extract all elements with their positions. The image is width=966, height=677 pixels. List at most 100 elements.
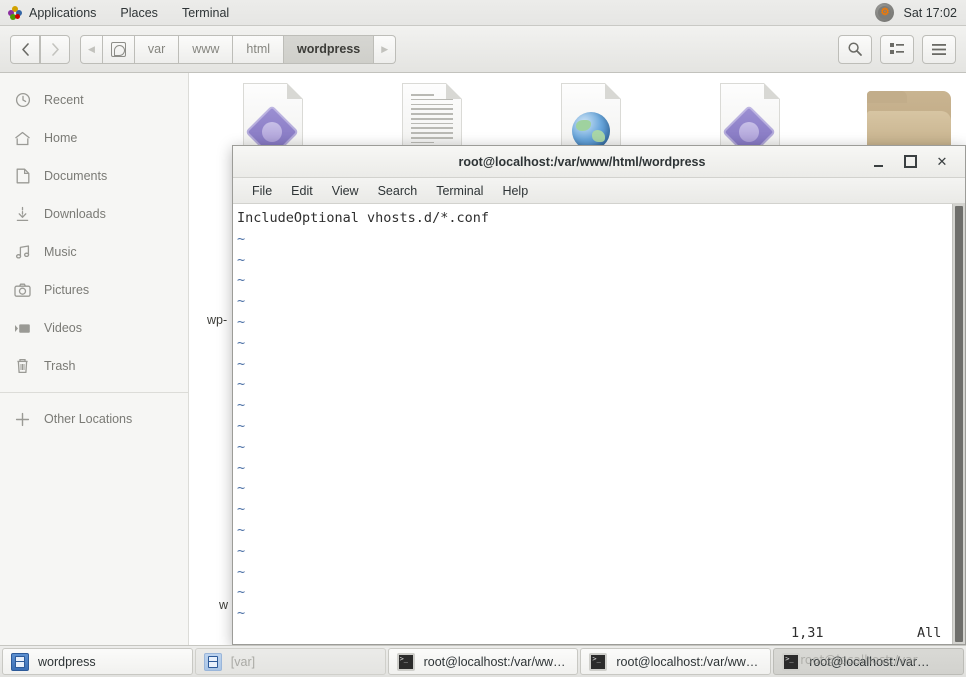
terminal-title: root@localhost:/var/www/html/wordpress [458,154,706,169]
vim-empty-line: ~ [237,542,246,559]
music-note-icon [14,244,31,261]
sidebar-item-label: Documents [44,169,108,183]
search-button[interactable] [838,34,872,64]
vim-empty-line: ~ [237,459,246,476]
files-icon [203,652,222,671]
breadcrumb-item-www[interactable]: www [179,34,234,64]
sidebar-item-pictures[interactable]: Pictures [0,271,188,309]
main-menu-button[interactable] [922,34,956,64]
menu-item-file[interactable]: File [243,178,281,204]
sidebar-item-home[interactable]: Home [0,119,188,157]
gnome-logo-icon [8,5,22,20]
vim-empty-line: ~ [237,480,246,497]
sidebar-item-music[interactable]: Music [0,233,188,271]
taskbar-item-label: [var] [230,654,256,669]
terminal-title-bar[interactable]: root@localhost:/var/www/html/wordpress ✕ [233,146,965,178]
taskbar: wordpress [var] >_ root@localhost:/var/w… [0,645,966,677]
terminal-icon: >_ [589,652,608,671]
maximize-icon[interactable] [903,155,917,169]
breadcrumb-item-wordpress[interactable]: wordpress [284,34,375,64]
taskbar-item-terminal-3[interactable]: >_ root@localhost:/var… root@localhost:/… [773,648,964,675]
window-controls: ✕ [871,154,965,169]
terminal-scrollbar[interactable] [952,204,965,644]
terminal-window[interactable]: root@localhost:/var/www/html/wordpress ✕… [232,145,966,645]
menu-item-terminal[interactable]: Terminal [427,178,492,204]
breadcrumb-item-var[interactable]: var [134,34,180,64]
chevron-left-icon [21,42,29,56]
document-icon [14,168,31,185]
menu-item-search[interactable]: Search [369,178,427,204]
close-icon[interactable]: ✕ [935,154,949,169]
sidebar-item-label: Other Locations [44,412,133,426]
vim-status-line: 1,31 All [233,620,965,644]
sidebar-item-recent[interactable]: Recent [0,81,188,119]
places-menu[interactable]: Places [108,0,170,26]
taskbar-watermark: root@localhost:/var [800,653,918,667]
taskbar-item-label: root@localhost:/var/ww… [616,654,759,669]
sidebar-item-documents[interactable]: Documents [0,157,188,195]
toolbar-right-buttons [838,34,956,64]
panel-tray: ⚙ Sat 17:02 [875,3,966,22]
vim-empty-line: ~ [237,230,246,247]
navigation-buttons [10,34,70,64]
taskbar-item-label: root@localhost:/var/ww… [423,654,566,669]
applications-menu[interactable]: Applications [0,0,108,26]
vim-empty-line: ~ [237,584,246,601]
vim-empty-line: ~ [237,272,246,289]
hamburger-menu-icon [932,43,946,55]
breadcrumb-item-html[interactable]: html [233,34,285,64]
list-view-icon [890,43,904,54]
applications-menu-label: Applications [29,5,97,20]
terminal-icon: >_ [396,652,415,671]
vim-empty-line: ~ [237,521,246,538]
sidebar-item-videos[interactable]: Videos [0,309,188,347]
minimize-icon[interactable] [871,155,885,169]
view-options-button[interactable] [880,34,914,64]
sidebar-item-label: Music [44,245,77,259]
breadcrumb-filesystem-button[interactable] [102,34,135,64]
menu-item-help[interactable]: Help [493,178,537,204]
menu-item-view[interactable]: View [323,178,368,204]
forward-button[interactable] [40,34,70,64]
menu-item-edit[interactable]: Edit [282,178,322,204]
terminal-text-line: IncludeOptional vhosts.d/*.conf [237,210,489,226]
breadcrumb: ◀ var www html wordpress ▶ [80,34,397,64]
taskbar-item-terminal-1[interactable]: >_ root@localhost:/var/ww… [387,648,579,675]
files-icon [11,652,29,671]
file-label-partial-two: w [219,598,229,612]
sidebar-item-other-locations[interactable]: Other Locations [0,400,188,438]
file-label-partial-one: wp- [207,313,228,327]
terminal-content[interactable]: IncludeOptional vhosts.d/*.conf ~ ~ ~ ~ ~ ~ ~ ~… [233,204,965,644]
terminal-menu[interactable]: Terminal [170,0,241,26]
taskbar-item-var[interactable]: [var] [194,648,386,675]
vim-empty-line: ~ [237,438,246,455]
sidebar: Recent Home Documents Downloads Music Pi… [0,73,189,645]
camera-icon [14,282,31,299]
terminal-scrollbar-thumb[interactable] [955,206,963,642]
sidebar-item-label: Pictures [44,283,90,297]
terminal-menu-bar: File Edit View Search Terminal Help [233,178,965,204]
sidebar-item-label: Recent [44,93,84,107]
taskbar-item-label: wordpress [38,654,96,669]
desktop-screen: Applications Places Terminal ⚙ Sat 17:02 [0,0,966,677]
vim-cursor-position: 1,31 [791,625,824,641]
vim-empty-line: ~ [237,355,246,372]
system-update-icon[interactable]: ⚙ [875,3,895,22]
breadcrumb-prev-button[interactable]: ◀ [80,34,103,64]
search-icon [848,42,862,56]
sidebar-item-downloads[interactable]: Downloads [0,195,188,233]
sidebar-divider [0,392,188,393]
taskbar-item-terminal-2[interactable]: >_ root@localhost:/var/ww… [580,648,772,675]
vim-empty-line: ~ [237,397,246,414]
breadcrumb-next-button[interactable]: ▶ [374,34,397,64]
vim-scroll-indicator: All [917,625,942,641]
sidebar-item-trash[interactable]: Trash [0,347,188,385]
clock[interactable]: Sat 17:02 [903,6,957,20]
taskbar-item-wordpress[interactable]: wordpress [2,648,193,675]
back-button[interactable] [10,34,40,64]
filesystem-device-icon [110,41,126,57]
sidebar-item-label: Home [44,131,78,145]
sidebar-item-label: Trash [44,359,76,373]
home-icon [14,130,31,147]
plus-icon [14,411,31,428]
